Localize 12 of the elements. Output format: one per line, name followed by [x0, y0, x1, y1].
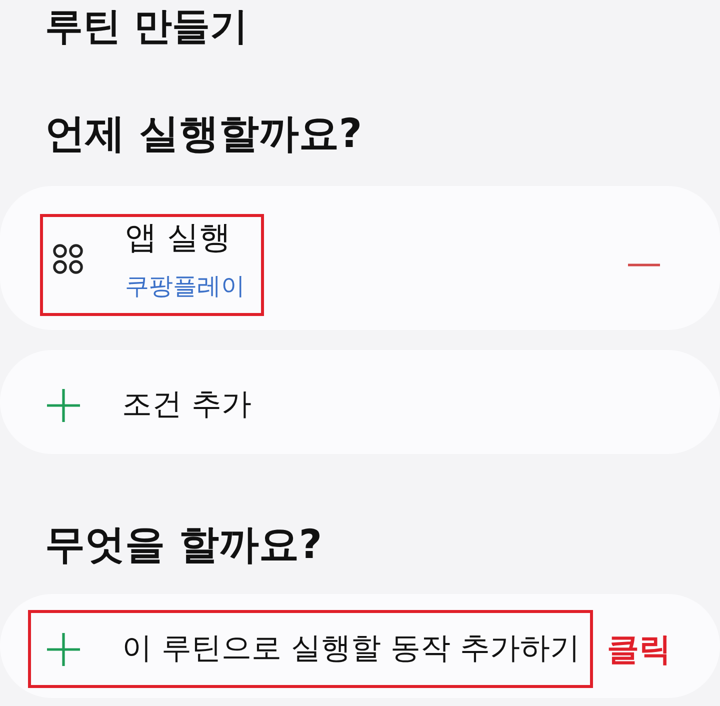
- add-label[interactable]: 조건 추가: [122, 385, 252, 425]
- add-label[interactable]: 이 루틴으로 실행할 동작 추가하기: [122, 629, 580, 669]
- minus-icon: [628, 263, 660, 267]
- section-heading: 언제 실행할까요?: [44, 111, 364, 157]
- plus-icon: [47, 388, 80, 422]
- apps-icon: [52, 243, 84, 275]
- plus-icon: [47, 632, 80, 666]
- condition-app-name: 쿠팡플레이: [125, 271, 245, 302]
- screen-title: 루틴 만들기: [44, 3, 250, 49]
- section-heading: 무엇을 할까요?: [44, 522, 324, 568]
- condition-title: 앱 실행: [125, 217, 232, 257]
- callout-label: 클릭: [607, 629, 672, 670]
